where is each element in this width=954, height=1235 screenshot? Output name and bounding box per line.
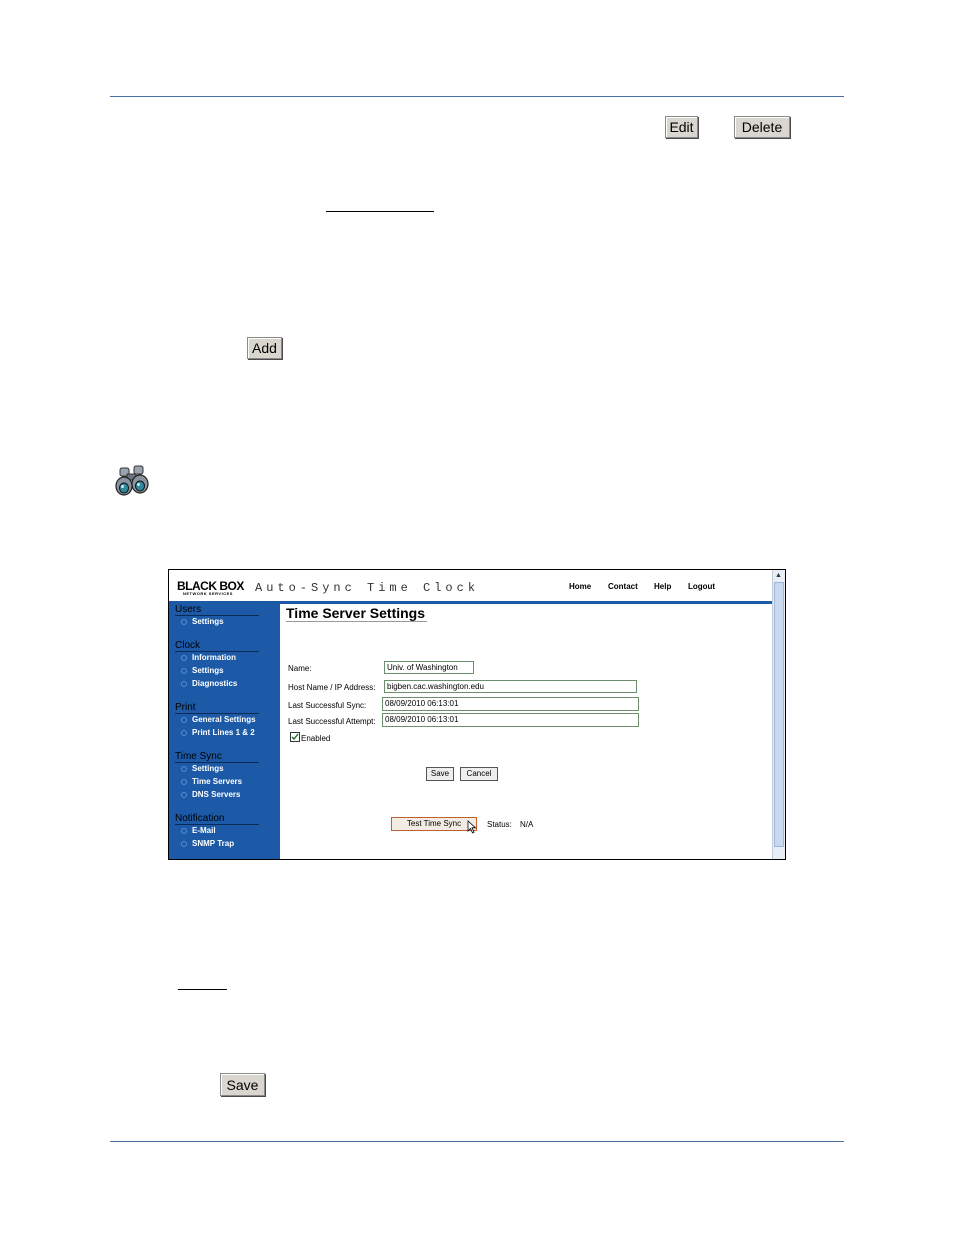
- sidebar-item-label: Time Servers: [192, 777, 243, 786]
- sidebar-item-dns-servers[interactable]: DNS Servers: [181, 790, 240, 799]
- underline-1: [326, 211, 434, 212]
- sidebar-item-time-sync-settings[interactable]: Settings: [181, 764, 224, 773]
- last-sync-field[interactable]: 08/09/2010 06:13:01: [382, 697, 639, 711]
- scrollbar[interactable]: ▲: [772, 570, 785, 859]
- app-header: BLACK BOX NETWORK SERVICES Auto-Sync Tim…: [169, 570, 772, 604]
- status-value: N/A: [520, 820, 534, 829]
- sidebar-item-label: E-Mail: [192, 826, 216, 835]
- sidebar-item-email[interactable]: E-Mail: [181, 826, 216, 835]
- sidebar-item-label: Diagnostics: [192, 679, 238, 688]
- edit-button[interactable]: Edit: [665, 116, 698, 138]
- nav-logout[interactable]: Logout: [688, 582, 715, 591]
- time-server-settings-screenshot: BLACK BOX NETWORK SERVICES Auto-Sync Tim…: [168, 569, 786, 860]
- name-field[interactable]: Univ. of Washington: [384, 661, 474, 674]
- last-attempt-label: Last Successful Attempt:: [288, 717, 376, 726]
- scrollbar-thumb[interactable]: [774, 582, 784, 847]
- sidebar-item-print-general[interactable]: General Settings: [181, 715, 256, 724]
- sidebar-item-print-lines[interactable]: Print Lines 1 & 2: [181, 728, 255, 737]
- bottom-rule: [110, 1141, 844, 1142]
- enabled-label: Enabled: [301, 734, 331, 743]
- app-title: Auto-Sync Time Clock: [255, 581, 480, 595]
- sidebar-item-label: General Settings: [192, 715, 256, 724]
- sidebar-section-users: Users: [175, 604, 259, 616]
- sidebar-item-label: Settings: [192, 617, 224, 626]
- last-sync-label: Last Successful Sync:: [288, 701, 367, 710]
- nav-help[interactable]: Help: [654, 582, 671, 591]
- sidebar-section-clock: Clock: [175, 640, 259, 652]
- nav-home[interactable]: Home: [569, 582, 591, 591]
- sidebar: Users Settings Clock Information Setting…: [169, 604, 280, 859]
- test-time-sync-button[interactable]: Test Time Sync: [391, 817, 477, 831]
- delete-button[interactable]: Delete: [734, 116, 790, 138]
- sidebar-item-snmp-trap[interactable]: SNMP Trap: [181, 839, 234, 848]
- top-rule: [110, 96, 844, 97]
- sidebar-item-label: Settings: [192, 666, 224, 675]
- sidebar-item-clock-diagnostics[interactable]: Diagnostics: [181, 679, 237, 688]
- sidebar-section-notification: Notification: [175, 813, 259, 825]
- save-button[interactable]: Save: [220, 1073, 265, 1096]
- underline-2: [178, 989, 227, 990]
- last-attempt-field[interactable]: 08/09/2010 06:13:01: [382, 713, 639, 727]
- mouse-cursor-icon: [467, 820, 477, 834]
- sidebar-item-users-settings[interactable]: Settings: [181, 617, 224, 626]
- sidebar-section-time-sync: Time Sync: [175, 751, 259, 763]
- checkmark-icon: [291, 733, 299, 741]
- scroll-up-icon[interactable]: ▲: [775, 572, 782, 579]
- sidebar-section-print: Print: [175, 702, 259, 714]
- sidebar-item-label: DNS Servers: [192, 790, 241, 799]
- enabled-checkbox[interactable]: [290, 732, 300, 742]
- sidebar-item-label: Settings: [192, 764, 224, 773]
- host-field[interactable]: bigben.cac.washington.edu: [384, 680, 637, 693]
- name-label: Name:: [288, 664, 312, 673]
- sidebar-item-clock-settings[interactable]: Settings: [181, 666, 224, 675]
- add-button[interactable]: Add: [247, 337, 282, 359]
- sidebar-item-label: Print Lines 1 & 2: [192, 728, 255, 737]
- binoculars-icon: [114, 464, 150, 498]
- cancel-form-button[interactable]: Cancel: [460, 767, 498, 781]
- main-content: Time Server Settings Name: Univ. of Wash…: [280, 604, 772, 859]
- status-label: Status:: [487, 820, 512, 829]
- save-form-button[interactable]: Save: [426, 767, 454, 781]
- page-title: Time Server Settings: [286, 605, 428, 622]
- host-label: Host Name / IP Address:: [288, 683, 376, 692]
- sidebar-item-label: SNMP Trap: [192, 839, 235, 848]
- sidebar-item-label: Information: [192, 653, 236, 662]
- sidebar-item-clock-information[interactable]: Information: [181, 653, 236, 662]
- black-box-logo: BLACK BOX NETWORK SERVICES: [177, 579, 244, 596]
- sidebar-item-time-servers[interactable]: Time Servers: [181, 777, 242, 786]
- nav-contact[interactable]: Contact: [608, 582, 638, 591]
